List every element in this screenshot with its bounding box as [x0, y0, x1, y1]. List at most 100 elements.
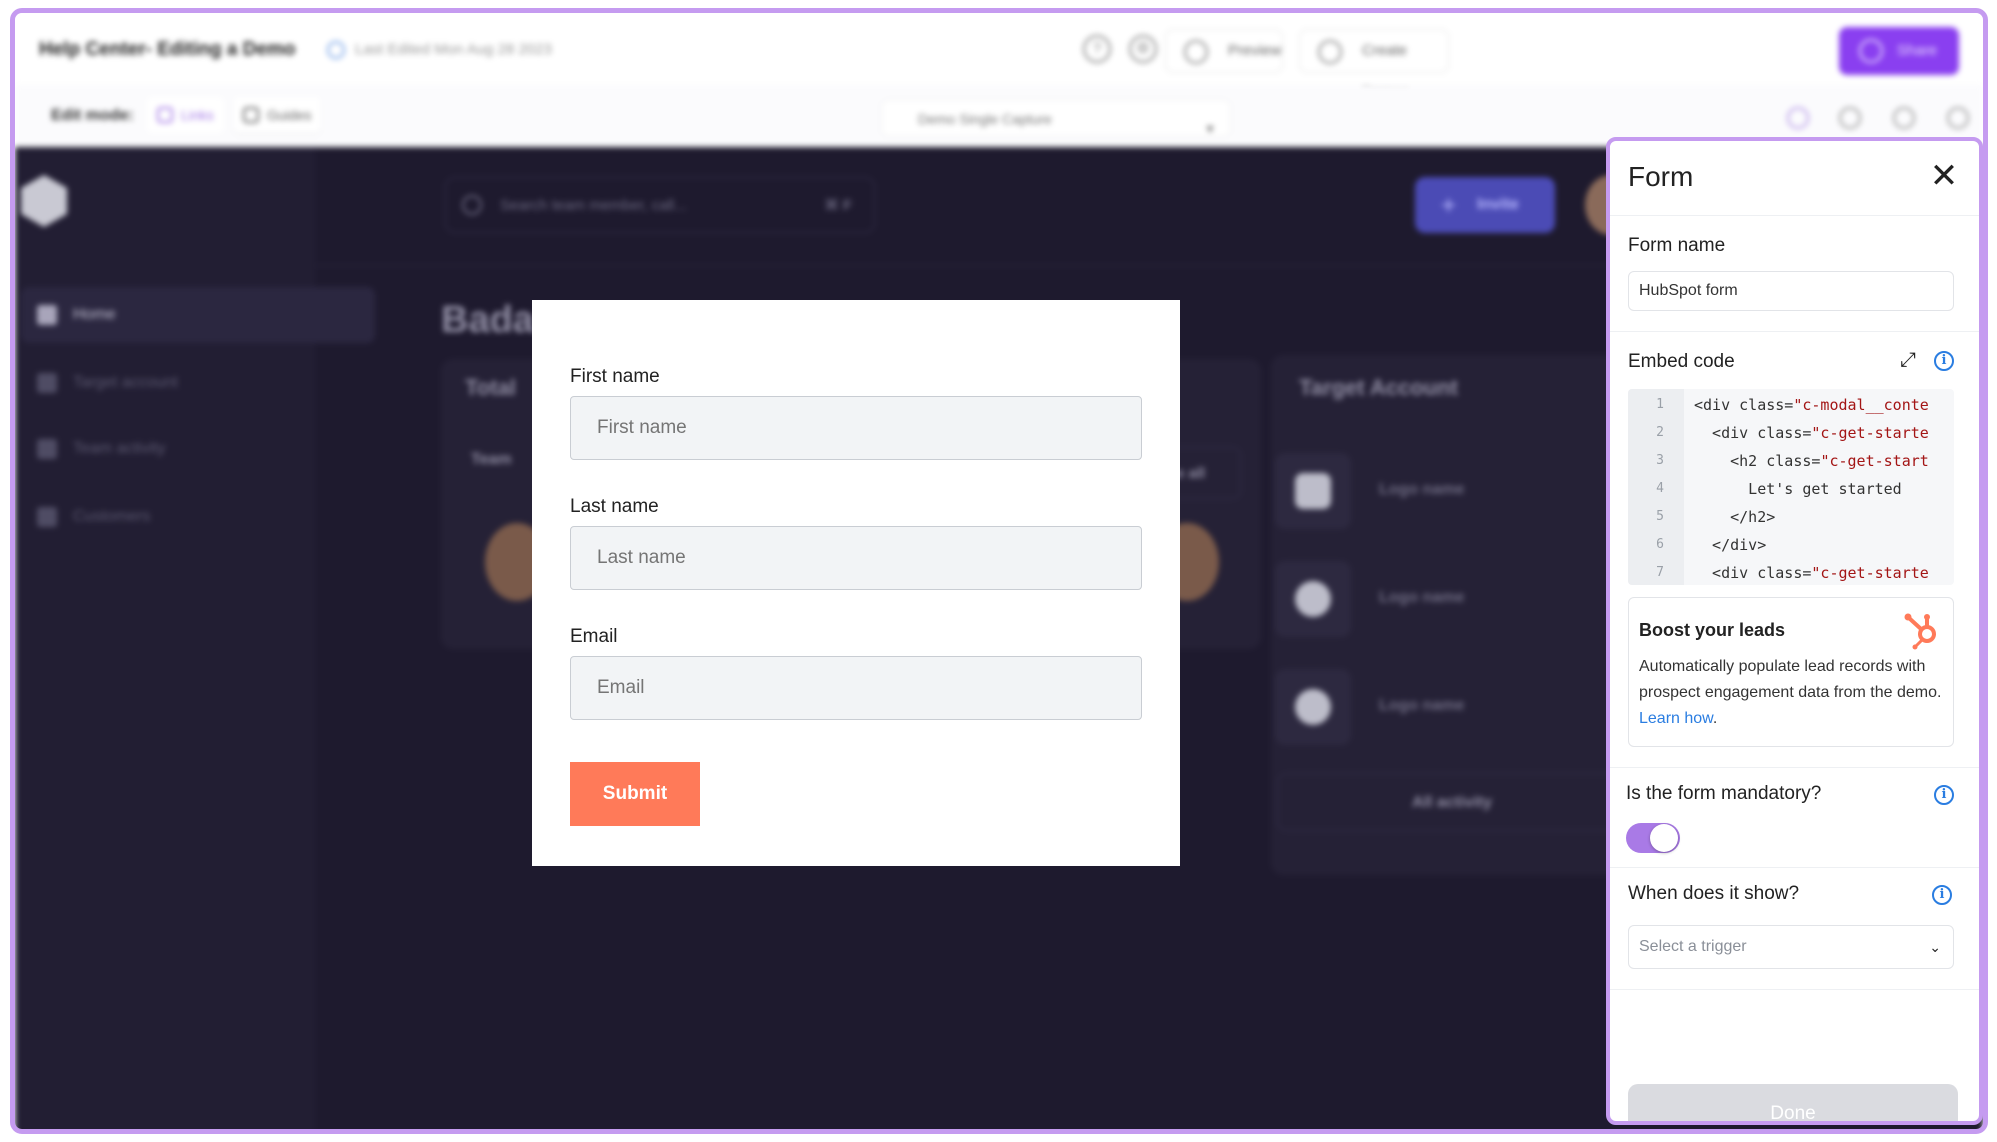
- hubspot-icon: [1904, 613, 1936, 650]
- sidebar-item-label: Team activity: [73, 440, 166, 457]
- line-number: 7: [1656, 565, 1664, 580]
- code-text: <h2 class="c-get-start: [1694, 452, 1929, 470]
- sidebar: Home Target account Team activity Custom…: [15, 147, 375, 1129]
- boost-text: Automatically populate lead records with…: [1639, 658, 1942, 701]
- sidebar-item-label: Home: [73, 306, 116, 323]
- header-divider: [315, 265, 1615, 266]
- list-item[interactable]: Logo name: [1275, 669, 1575, 747]
- first-name-field[interactable]: [570, 396, 1142, 460]
- preview-button[interactable]: Preview: [1165, 29, 1283, 73]
- team-icon: [37, 439, 57, 459]
- create-demos-button[interactable]: Create Demos: [1299, 29, 1449, 101]
- share-icon: [1859, 39, 1883, 63]
- company-logo: [1275, 561, 1351, 637]
- when-shows-label: When does it show?: [1628, 883, 1800, 904]
- help-icon[interactable]: ?: [1083, 35, 1111, 63]
- logo-glyph-icon: [1295, 473, 1331, 509]
- eye-icon: [1184, 40, 1208, 64]
- demo-select-value: Demo Single Capture: [918, 111, 1052, 127]
- embed-code-editor[interactable]: 1 <div class="c-modal__conte 2 <div class=…: [1628, 389, 1954, 585]
- expand-icon[interactable]: ⤢: [1900, 349, 1916, 372]
- sidebar-item-label: Target account: [73, 374, 178, 391]
- chevron-down-icon: ▼: [1204, 122, 1216, 136]
- done-button[interactable]: Done: [1628, 1084, 1958, 1121]
- code-string: "c-get-starte: [1811, 424, 1929, 442]
- line-number: 6: [1656, 537, 1664, 552]
- email-label: Email: [570, 626, 618, 647]
- list-item[interactable]: Logo name: [1275, 561, 1575, 639]
- logo-glyph-icon: [1295, 581, 1331, 617]
- sidebar-item-team-activity[interactable]: Team activity: [21, 421, 375, 477]
- app-logo: [21, 175, 67, 227]
- sidebar-item-home[interactable]: Home: [21, 287, 375, 343]
- target-account-title: Target Account: [1299, 375, 1458, 400]
- embed-code-label: Embed code: [1628, 351, 1735, 372]
- sidebar-item-customers[interactable]: Customers: [21, 489, 375, 545]
- demo-select[interactable]: Demo Single Capture ▼: [881, 99, 1231, 137]
- divider: [1610, 867, 1979, 868]
- home-icon: [37, 305, 57, 325]
- page-title: Bada: [441, 299, 534, 341]
- logo-name: Logo name: [1379, 697, 1465, 714]
- code-text: </div>: [1694, 536, 1767, 554]
- code-text: <div class="c-modal__conte: [1694, 396, 1929, 414]
- sidebar-item-target-account[interactable]: Target account: [21, 355, 375, 411]
- learn-how-link[interactable]: Learn how: [1639, 710, 1713, 727]
- logo-name: Logo name: [1379, 589, 1465, 606]
- horizontal-scrollbar[interactable]: [1635, 1133, 1725, 1134]
- boost-period: .: [1712, 710, 1718, 727]
- tab-links[interactable]: Links: [147, 97, 224, 133]
- plus-icon: +: [1441, 190, 1457, 220]
- logo-glyph-icon: [1295, 689, 1331, 725]
- email-field[interactable]: [570, 656, 1142, 720]
- tab-guides-label: Guides: [267, 107, 312, 123]
- submit-button[interactable]: Submit: [570, 762, 700, 826]
- preview-label: Preview: [1228, 42, 1282, 59]
- info-icon[interactable]: i: [1934, 785, 1954, 805]
- team-label: Team: [471, 451, 512, 468]
- info-icon[interactable]: i: [1934, 351, 1954, 371]
- line-number: 3: [1656, 453, 1664, 468]
- close-icon[interactable]: ✕: [1927, 159, 1961, 195]
- line-number: 2: [1656, 425, 1664, 440]
- last-edited-text: Last Edited Mon Aug 28 2023: [355, 41, 552, 58]
- globe-icon[interactable]: [1893, 107, 1915, 129]
- trigger-placeholder: Select a trigger: [1639, 938, 1747, 955]
- company-logo: [1275, 453, 1351, 529]
- search-icon[interactable]: [1947, 107, 1969, 129]
- tab-guides[interactable]: Guides: [233, 97, 322, 133]
- tab-links-label: Links: [181, 107, 214, 123]
- line-number: 4: [1656, 481, 1664, 496]
- first-name-label: First name: [570, 366, 660, 387]
- search-placeholder: Search team member, call...: [500, 197, 687, 214]
- gear-icon[interactable]: ⚙: [1129, 35, 1157, 63]
- list-item[interactable]: Logo name: [1275, 453, 1575, 531]
- share-label: Share: [1897, 42, 1938, 59]
- invite-label: Invite: [1477, 196, 1519, 213]
- boost-title: Boost your leads: [1639, 620, 1786, 640]
- form-settings-panel: Form ✕ Form name HubSpot form Embed code…: [1606, 137, 1983, 1125]
- boost-leads-card: Boost your leads Automatically populate …: [1628, 597, 1954, 747]
- code-string: "c-get-start: [1820, 452, 1929, 470]
- form-name-label: Form name: [1628, 235, 1726, 256]
- edit-mode-label: Edit mode:: [51, 107, 134, 124]
- code-text: </h2>: [1694, 508, 1776, 526]
- grid-icon[interactable]: [1787, 107, 1809, 129]
- divider: [1610, 215, 1979, 216]
- info-icon[interactable]: i: [1932, 885, 1952, 905]
- mandatory-toggle[interactable]: [1626, 823, 1680, 853]
- total-label: Total: [465, 375, 516, 400]
- invite-button[interactable]: + Invite: [1415, 177, 1555, 233]
- divider: [1610, 767, 1979, 768]
- share-button[interactable]: Share: [1839, 27, 1959, 75]
- team-search-input[interactable]: Search team member, call... ⌘ F: [445, 177, 875, 233]
- mandatory-label: Is the form mandatory?: [1626, 783, 1822, 804]
- all-activity-button[interactable]: All activity: [1277, 773, 1627, 831]
- company-logo: [1275, 669, 1351, 745]
- last-name-field[interactable]: [570, 526, 1142, 590]
- customers-icon: [37, 507, 57, 527]
- form-name-field[interactable]: HubSpot form: [1628, 271, 1954, 311]
- chevron-down-icon: ⌄: [1929, 939, 1941, 955]
- trigger-select[interactable]: Select a trigger ⌄: [1628, 925, 1954, 969]
- sparkle-icon[interactable]: [1839, 107, 1861, 129]
